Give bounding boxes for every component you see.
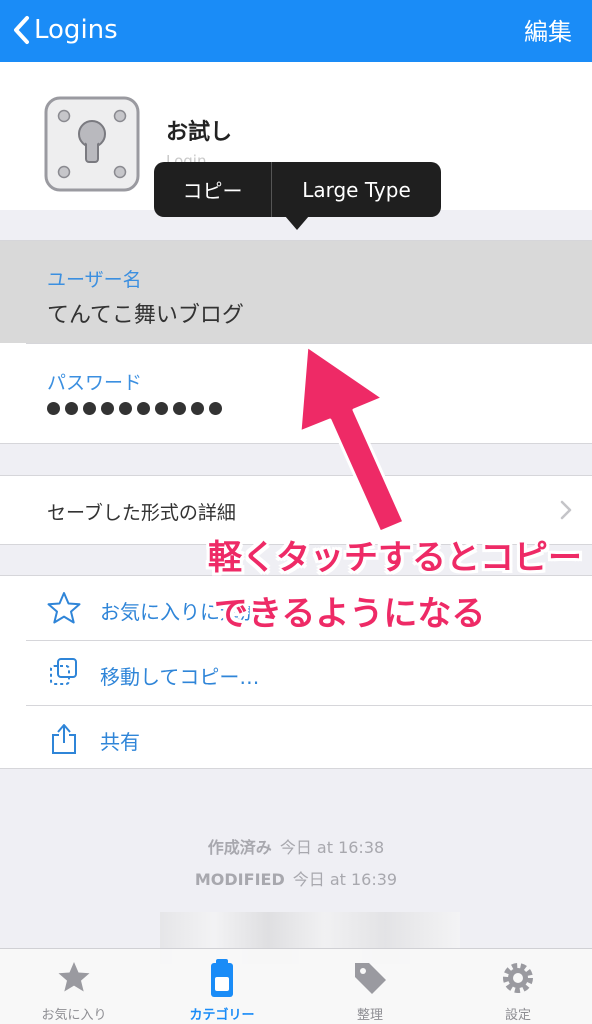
arrow-shape <box>298 344 406 534</box>
annotation-text-line2: できるようになる <box>214 594 486 634</box>
annotation-arrow <box>298 344 406 534</box>
annotation-text-line1: 軽くタッチするとコピー <box>208 538 582 578</box>
